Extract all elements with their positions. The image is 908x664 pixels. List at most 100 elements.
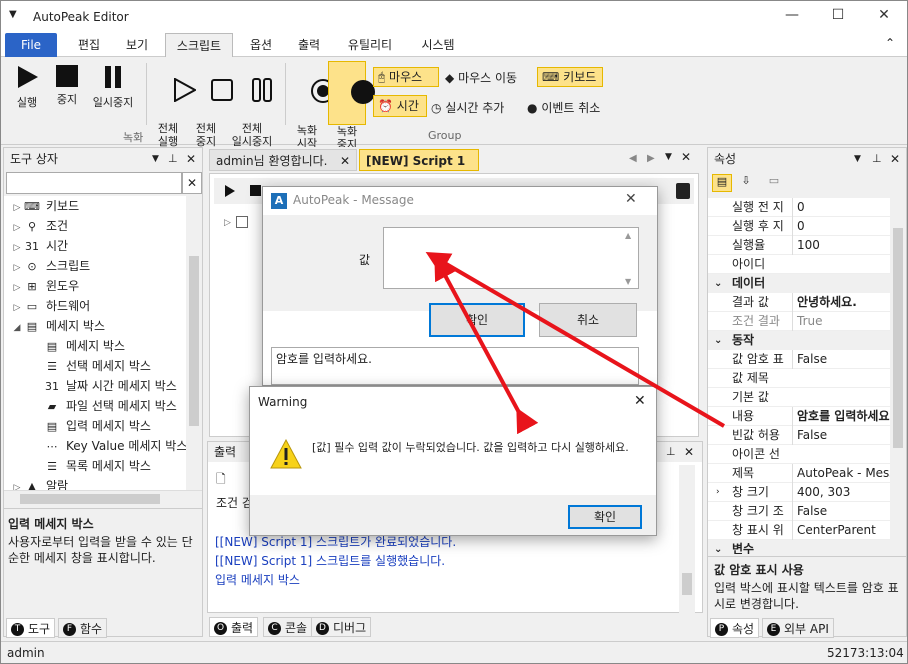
property-value[interactable]: 0 xyxy=(792,217,890,236)
dropdown-icon[interactable]: ▼ xyxy=(854,148,861,170)
horizontal-scrollbar[interactable] xyxy=(4,490,202,506)
search-clear-button[interactable]: ✕ xyxy=(182,172,202,194)
stop-icon[interactable] xyxy=(250,185,261,196)
tab-scroll-left-icon[interactable]: ◀ xyxy=(629,153,637,164)
event-cancel-button[interactable]: ● 이벤트 취소 xyxy=(527,99,600,116)
maximize-button[interactable]: ☐ xyxy=(823,7,853,27)
tree-item[interactable]: ⋯ Key Value 메세지 박스 xyxy=(4,436,188,456)
property-row[interactable]: › 창 크기 400, 303 xyxy=(708,483,890,502)
pin-icon[interactable]: ⊥ xyxy=(666,442,676,462)
menu-view[interactable]: 보기 xyxy=(115,33,159,57)
property-category[interactable]: ⌄ 변수 xyxy=(708,540,890,554)
tree-item[interactable]: ▷ ⊞ 윈도우 xyxy=(4,276,80,296)
delete-icon[interactable] xyxy=(676,183,690,199)
property-row[interactable]: 실행 전 지 0 xyxy=(708,198,890,217)
scroll-thumb[interactable] xyxy=(20,494,160,504)
message-dialog-close-icon[interactable]: ✕ xyxy=(625,191,637,207)
stop-button[interactable]: 중지 xyxy=(49,65,85,106)
menu-edit[interactable]: 편집 xyxy=(67,33,111,57)
property-category[interactable]: ⌄ 동작 xyxy=(708,331,890,350)
tab-properties[interactable]: P 속성 xyxy=(710,618,760,638)
property-category[interactable]: ⌄ 데이터 xyxy=(708,274,890,293)
property-row[interactable]: 창 크기 조 False xyxy=(708,502,890,521)
time-toggle[interactable]: ⏰ 시간 xyxy=(373,95,427,117)
property-row[interactable]: 기본 값 xyxy=(708,388,890,407)
close-button[interactable]: ✕ xyxy=(869,7,899,27)
tree-item[interactable]: ☰ 목록 메세지 박스 xyxy=(4,456,151,476)
property-value[interactable]: False xyxy=(792,350,890,369)
property-row[interactable]: 결과 값 안녕하세요. xyxy=(708,293,890,312)
play-icon[interactable] xyxy=(224,185,236,197)
property-row[interactable]: 값 제목 xyxy=(708,369,890,388)
property-row[interactable]: 창 표시 위 CenterParent xyxy=(708,521,890,540)
menu-script[interactable]: 스크립트 xyxy=(165,33,233,57)
categorized-icon[interactable]: ▤ xyxy=(712,174,732,192)
minimize-button[interactable]: — xyxy=(777,7,807,27)
record-stop-button[interactable]: 녹화 중지 xyxy=(328,61,375,151)
app-menu-icon[interactable]: ▼ xyxy=(9,9,17,20)
tab-close-all-icon[interactable]: ✕ xyxy=(681,150,691,164)
toolbox-search-input[interactable] xyxy=(6,172,182,194)
tab-list-icon[interactable]: ▼ xyxy=(665,152,672,162)
property-pages-icon[interactable]: ▭ xyxy=(764,174,784,192)
scroll-up-icon[interactable]: ▲ xyxy=(625,231,631,240)
tree-item[interactable]: ▷ ⚲ 조건 xyxy=(4,216,69,236)
tree-item[interactable]: ▷ ▭ 하드웨어 xyxy=(4,296,91,318)
scroll-thumb[interactable] xyxy=(189,256,199,426)
scroll-thumb[interactable] xyxy=(893,228,903,448)
run-button[interactable]: 실행 xyxy=(9,65,45,109)
property-row[interactable]: 빈값 허용 False xyxy=(708,426,890,445)
value-input[interactable] xyxy=(383,227,639,289)
property-value[interactable]: 100 xyxy=(792,236,890,255)
menu-options[interactable]: 옵션 xyxy=(241,33,281,57)
property-value[interactable]: 안녕하세요. xyxy=(792,293,890,312)
tab-external-api[interactable]: E 외부 API xyxy=(762,618,834,638)
tab-console[interactable]: C 콘솔 xyxy=(263,617,313,637)
pin-icon[interactable]: ⊥ xyxy=(872,148,882,170)
property-row[interactable]: 실행 후 지 0 xyxy=(708,217,890,236)
property-value[interactable]: 400, 303 xyxy=(792,483,890,502)
vertical-scrollbar[interactable] xyxy=(186,196,202,490)
property-row[interactable]: 아이디 xyxy=(708,255,890,274)
property-value[interactable]: 0 xyxy=(792,198,890,217)
property-row[interactable]: 값 암호 표 False xyxy=(708,350,890,369)
sort-alpha-icon[interactable]: ⇩ xyxy=(736,174,756,192)
tab-welcome[interactable]: admin님 환영합니다. ✕ xyxy=(209,149,357,171)
expander-icon[interactable]: ▷ xyxy=(10,298,24,318)
property-value[interactable]: 암호를 입력하세요 xyxy=(792,407,890,426)
new-document-icon[interactable]: 🗋 xyxy=(216,470,226,491)
checkbox[interactable] xyxy=(236,216,248,228)
panel-close-icon[interactable]: ✕ xyxy=(186,148,196,170)
menu-file[interactable]: File xyxy=(5,33,57,57)
property-value[interactable]: False xyxy=(792,502,890,521)
scroll-down-icon[interactable]: ▼ xyxy=(625,277,631,286)
content-textbox[interactable]: 암호를 입력하세요. xyxy=(271,347,639,385)
mouse-move-button[interactable]: ◆ 마우스 이동 xyxy=(445,69,517,86)
warning-ok-button[interactable]: 확인 xyxy=(568,505,642,529)
keyboard-toggle[interactable]: ⌨ 키보드 xyxy=(537,67,603,87)
property-row[interactable]: 조건 결과 True xyxy=(708,312,890,331)
tab-debug[interactable]: D 디버그 xyxy=(311,617,372,637)
tab-tools[interactable]: T 도구 xyxy=(6,618,56,638)
tree-item[interactable]: ☰ 선택 메세지 박스 xyxy=(4,356,151,376)
expander-icon[interactable]: ▷ xyxy=(10,198,24,218)
panel-close-icon[interactable]: ✕ xyxy=(684,442,694,462)
property-row[interactable]: 내용 암호를 입력하세요 xyxy=(708,407,890,426)
mouse-toggle[interactable]: 🖰 마우스 xyxy=(373,67,439,87)
scroll-thumb[interactable] xyxy=(682,573,692,595)
tree-item[interactable]: ▷ ⌨ 키보드 xyxy=(4,196,80,218)
cancel-button[interactable]: 취소 xyxy=(539,303,637,337)
menu-system[interactable]: 시스템 xyxy=(411,33,465,57)
expander-icon[interactable]: ▷ xyxy=(10,238,24,258)
property-value[interactable]: False xyxy=(792,426,890,445)
expander-icon[interactable]: ▷ xyxy=(224,218,231,228)
tab-output[interactable]: O 출력 xyxy=(209,617,259,637)
tree-item[interactable]: ◢ ▤ 메세지 박스 xyxy=(4,316,105,336)
warning-dialog-close-icon[interactable]: ✕ xyxy=(634,393,646,409)
dropdown-icon[interactable]: ▼ xyxy=(152,148,159,170)
output-scrollbar[interactable] xyxy=(679,465,695,613)
ok-button[interactable]: 확인 xyxy=(429,303,525,337)
tree-item[interactable]: ▰ 파일 선택 메세지 박스 xyxy=(4,396,177,416)
tab-close-icon[interactable]: ✕ xyxy=(340,150,350,172)
collapse-ribbon-icon[interactable]: ⌃ xyxy=(885,36,895,50)
